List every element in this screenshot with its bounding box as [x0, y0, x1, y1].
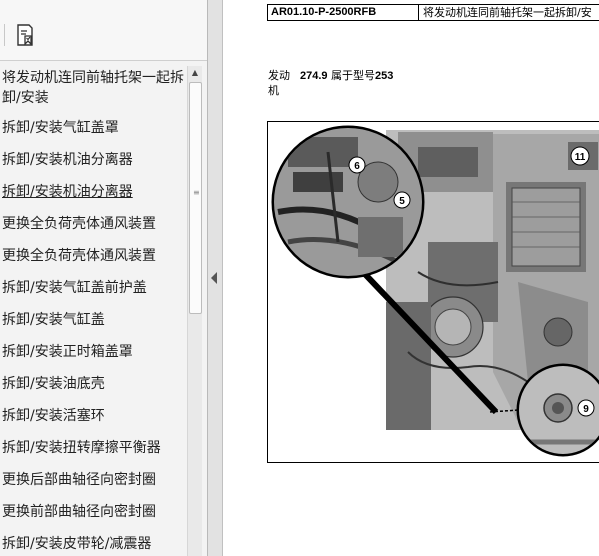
bookmark-item[interactable]: 拆卸/安装气缸盖罩 — [0, 112, 186, 144]
bookmark-list: 将发动机连同前轴托架一起拆卸/安装 拆卸/安装气缸盖罩 拆卸/安装机油分离器 拆… — [0, 68, 186, 556]
bookmark-item[interactable]: 更换全负荷壳体通风装置 — [0, 208, 186, 240]
bookmark-item[interactable]: 更换全负荷壳体通风装置 — [0, 240, 186, 272]
document-header-table: AR01.10-P-2500RFB 将发动机连同前轴托架一起拆卸/安 — [267, 4, 599, 21]
scroll-up-arrow-icon[interactable]: ▲ — [188, 66, 202, 80]
engine-value: 274.9 属于型号253 — [300, 68, 393, 84]
pane-splitter[interactable] — [208, 0, 223, 556]
svg-text:11: 11 — [575, 152, 586, 163]
collapse-arrow-icon[interactable] — [211, 272, 217, 284]
scroll-thumb[interactable]: ≡ — [189, 82, 202, 314]
bookmarks-pane: 将发动机连同前轴托架一起拆卸/安装 拆卸/安装气缸盖罩 拆卸/安装机油分离器 拆… — [0, 0, 208, 556]
svg-text:5: 5 — [399, 196, 405, 207]
bookmark-item[interactable]: 更换后部曲轴径向密封圈 — [0, 464, 186, 496]
svg-text:6: 6 — [354, 161, 360, 172]
engine-label: 发动机 — [268, 69, 290, 97]
bookmarks-scrollbar[interactable]: ▲ ≡ — [187, 66, 202, 556]
bookmark-item[interactable]: 更换前部曲轴径向密封圈 — [0, 496, 186, 528]
engine-illustration: 6 5 11 9 — [267, 121, 599, 463]
bookmarks-toolbar — [0, 0, 207, 61]
callout-5: 5 — [393, 191, 411, 209]
bookmark-item[interactable]: 拆卸/安装气缸盖 — [0, 304, 186, 336]
document-title: 将发动机连同前轴托架一起拆卸/安 — [423, 6, 592, 19]
bookmark-item[interactable]: 拆卸/安装油底壳 — [0, 368, 186, 400]
svg-text:9: 9 — [583, 404, 589, 415]
bookmark-item-label: 拆卸/安装机油分离器 — [2, 184, 133, 200]
engine-model: 253 — [375, 70, 394, 82]
bookmark-item[interactable]: 拆卸/安装机油分离器 — [0, 144, 186, 176]
document-code: AR01.10-P-2500RFB — [268, 5, 419, 20]
document-page: AR01.10-P-2500RFB 将发动机连同前轴托架一起拆卸/安 发动机 2… — [223, 0, 599, 556]
engine-number: 274.9 — [300, 70, 328, 82]
bookmark-item[interactable]: 将发动机连同前轴托架一起拆卸/安装 — [0, 68, 186, 112]
engine-belongs-text: 属于型号 — [331, 69, 376, 82]
bookmark-item-selected[interactable]: 拆卸/安装机油分离器 — [0, 176, 186, 208]
bookmark-item[interactable]: 拆卸/安装正时箱盖罩 — [0, 336, 186, 368]
callout-9: 9 — [577, 399, 595, 417]
toolbar-separator — [4, 24, 5, 46]
bookmark-item[interactable]: 拆卸/安装气缸盖前护盖 — [0, 272, 186, 304]
callout-6: 6 — [348, 156, 366, 174]
bookmark-item[interactable]: 拆卸/安装扭转摩擦平衡器 — [0, 432, 186, 464]
grip-icon: ≡ — [193, 188, 200, 197]
bookmark-item[interactable]: 拆卸/安装活塞环 — [0, 400, 186, 432]
callout-11: 11 — [570, 146, 590, 166]
bookmark-item[interactable]: 拆卸/安装皮带轮/减震器 — [0, 528, 186, 556]
bookmark-icon[interactable] — [12, 22, 38, 48]
